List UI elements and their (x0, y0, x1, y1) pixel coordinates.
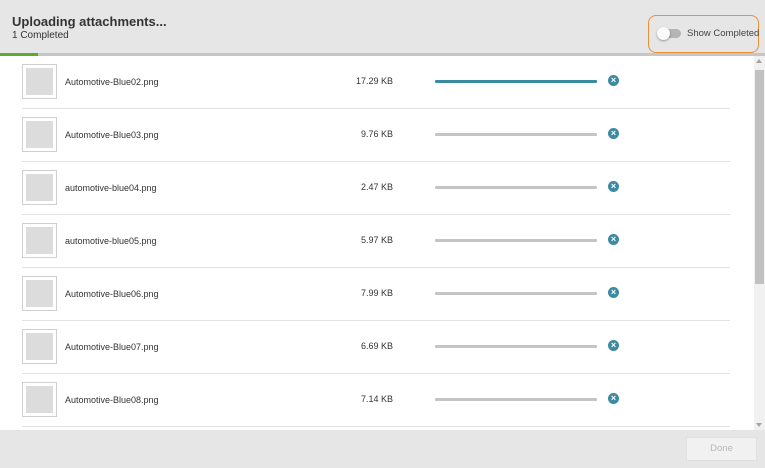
close-circle-icon[interactable]: × (608, 287, 619, 298)
attachment-list: Automotive-Blue02.png 17.29 KB × Automotive… (0, 56, 765, 430)
file-name: Automotive-Blue03.png (65, 130, 159, 140)
scroll-down-arrow-icon[interactable] (756, 423, 762, 427)
list-scrollbar[interactable] (754, 56, 765, 430)
image-placeholder-icon (22, 223, 57, 258)
file-row: Automotive-Blue06.png 7.99 KB × (22, 268, 730, 321)
file-row: automotive-blue04.png 2.47 KB × (22, 162, 730, 215)
close-circle-icon[interactable]: × (608, 128, 619, 139)
file-size: 9.76 KB (360, 129, 393, 139)
file-size: 6.69 KB (360, 341, 393, 351)
file-progress-bar (435, 345, 597, 348)
close-circle-icon[interactable]: × (608, 340, 619, 351)
thumbnail-fill (26, 386, 53, 413)
file-progress-bar (435, 398, 597, 401)
file-name: automotive-blue04.png (65, 183, 157, 193)
scroll-thumb[interactable] (755, 70, 764, 284)
show-completed-label: Show Completed (687, 28, 760, 39)
thumbnail-fill (26, 68, 53, 95)
close-circle-icon[interactable]: × (608, 393, 619, 404)
file-size: 7.99 KB (360, 288, 393, 298)
close-circle-icon[interactable]: × (608, 181, 619, 192)
image-placeholder-icon (22, 64, 57, 99)
image-placeholder-icon (22, 170, 57, 205)
image-placeholder-icon (22, 117, 57, 152)
file-progress-bar (435, 186, 597, 189)
thumbnail-fill (26, 280, 53, 307)
file-name: Automotive-Blue06.png (65, 289, 159, 299)
file-progress-bar (435, 239, 597, 242)
close-circle-icon[interactable]: × (608, 75, 619, 86)
thumbnail-fill (26, 174, 53, 201)
thumbnail-fill (26, 121, 53, 148)
file-name: Automotive-Blue08.png (65, 395, 159, 405)
close-circle-icon[interactable]: × (608, 234, 619, 245)
image-placeholder-icon (22, 382, 57, 417)
done-button[interactable]: Done (686, 437, 757, 461)
file-row: Automotive-Blue07.png 6.69 KB × (22, 321, 730, 374)
file-name: automotive-blue05.png (65, 236, 157, 246)
file-row: Automotive-Blue08.png 7.14 KB × (22, 374, 730, 427)
file-size: 2.47 KB (360, 182, 393, 192)
file-progress-bar (435, 133, 597, 136)
thumbnail-fill (26, 227, 53, 254)
scroll-up-arrow-icon[interactable] (756, 59, 762, 63)
file-progress-bar (435, 292, 597, 295)
file-row: automotive-blue05.png 5.97 KB × (22, 215, 730, 268)
upload-header: Uploading attachments... 1 Completed Sho… (0, 0, 765, 54)
file-size: 17.29 KB (355, 76, 393, 86)
image-placeholder-icon (22, 276, 57, 311)
dialog-footer: Done (0, 430, 765, 468)
file-row: Automotive-Blue03.png 9.76 KB × (22, 109, 730, 162)
thumbnail-fill (26, 333, 53, 360)
file-size: 7.14 KB (360, 394, 393, 404)
image-placeholder-icon (22, 329, 57, 364)
file-progress-fill (435, 80, 597, 83)
dialog-title: Uploading attachments... (12, 14, 167, 29)
file-size: 5.97 KB (360, 235, 393, 245)
toggle-switch[interactable] (657, 27, 681, 40)
file-row: Automotive-Blue02.png 17.29 KB × (22, 56, 730, 109)
file-name: Automotive-Blue07.png (65, 342, 159, 352)
toggle-knob (657, 27, 670, 40)
show-completed-toggle[interactable]: Show Completed (648, 15, 759, 53)
file-progress-bar (435, 80, 597, 83)
completed-count: 1 Completed (12, 30, 69, 41)
file-name: Automotive-Blue02.png (65, 77, 159, 87)
